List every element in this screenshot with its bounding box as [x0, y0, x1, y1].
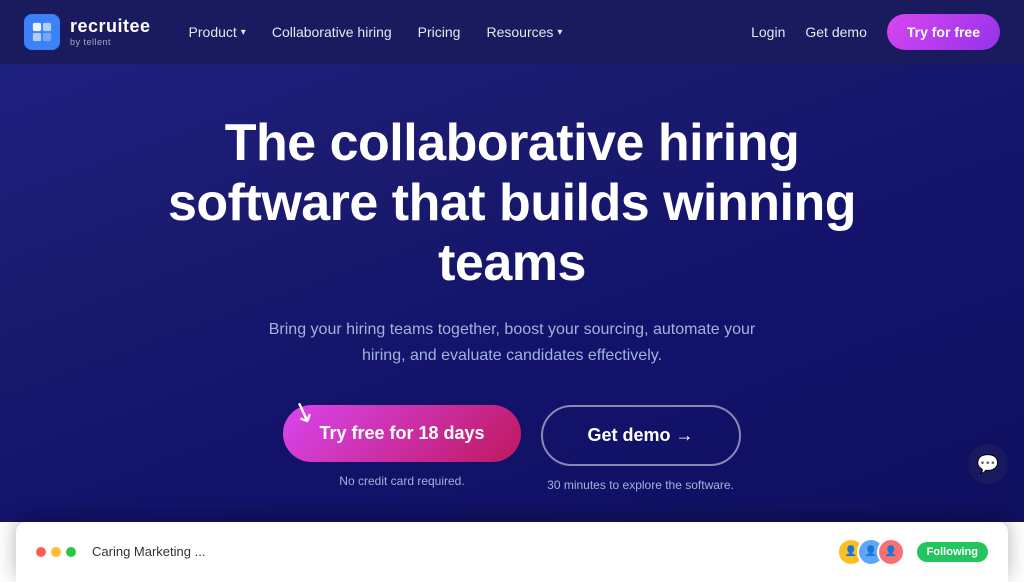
login-link[interactable]: Login [751, 24, 785, 40]
try-cta-group: Try free for 18 days No credit card requ… [283, 405, 520, 488]
try-for-free-button[interactable]: Try for free [887, 14, 1000, 50]
hero-subtitle: Bring your hiring teams together, boost … [262, 317, 762, 368]
nav-links: Product ▾ Collaborative hiring Pricing R… [179, 16, 752, 48]
hero-section: The collaborative hiring software that b… [0, 64, 1024, 522]
dot-green [66, 547, 76, 557]
nav-item-collaborative[interactable]: Collaborative hiring [262, 16, 402, 48]
get-demo-button[interactable]: Get demo → [541, 405, 741, 466]
preview-right: 👤 👤 👤 Following [837, 538, 988, 566]
hero-buttons: ↙ Try free for 18 days No credit card re… [20, 405, 1004, 492]
navbar: recruitee by tellent Product ▾ Collabora… [0, 0, 1024, 64]
nav-item-product[interactable]: Product ▾ [179, 16, 256, 48]
logo-sub: by tellent [70, 37, 151, 47]
chat-widget[interactable]: 💬 [968, 444, 1008, 484]
chevron-down-icon: ▾ [241, 27, 246, 38]
demo-cta-group: Get demo → 30 minutes to explore the sof… [541, 405, 741, 492]
nav-right: Login Get demo Try for free [751, 14, 1000, 50]
try-free-button[interactable]: Try free for 18 days [283, 405, 520, 462]
nav-item-pricing[interactable]: Pricing [408, 16, 471, 48]
preview-content: Caring Marketing ... [92, 544, 821, 559]
nav-item-resources[interactable]: Resources ▾ [476, 16, 572, 48]
hero-title: The collaborative hiring software that b… [162, 114, 862, 293]
avatar: 👤 [877, 538, 905, 566]
avatar-group: 👤 👤 👤 [837, 538, 905, 566]
dot-red [36, 547, 46, 557]
try-note: No credit card required. [339, 474, 464, 488]
get-demo-link[interactable]: Get demo [805, 24, 866, 40]
following-badge: Following [917, 542, 988, 562]
logo-name: recruitee [70, 17, 151, 37]
chat-icon: 💬 [977, 454, 999, 475]
chevron-down-icon: ▾ [557, 27, 562, 38]
demo-note: 30 minutes to explore the software. [547, 478, 734, 492]
logo-icon [24, 14, 60, 50]
preview-bar: Caring Marketing ... 👤 👤 👤 Following [16, 522, 1008, 582]
window-dots [36, 547, 76, 557]
logo[interactable]: recruitee by tellent [24, 14, 151, 50]
dot-yellow [51, 547, 61, 557]
logo-text: recruitee by tellent [70, 17, 151, 47]
